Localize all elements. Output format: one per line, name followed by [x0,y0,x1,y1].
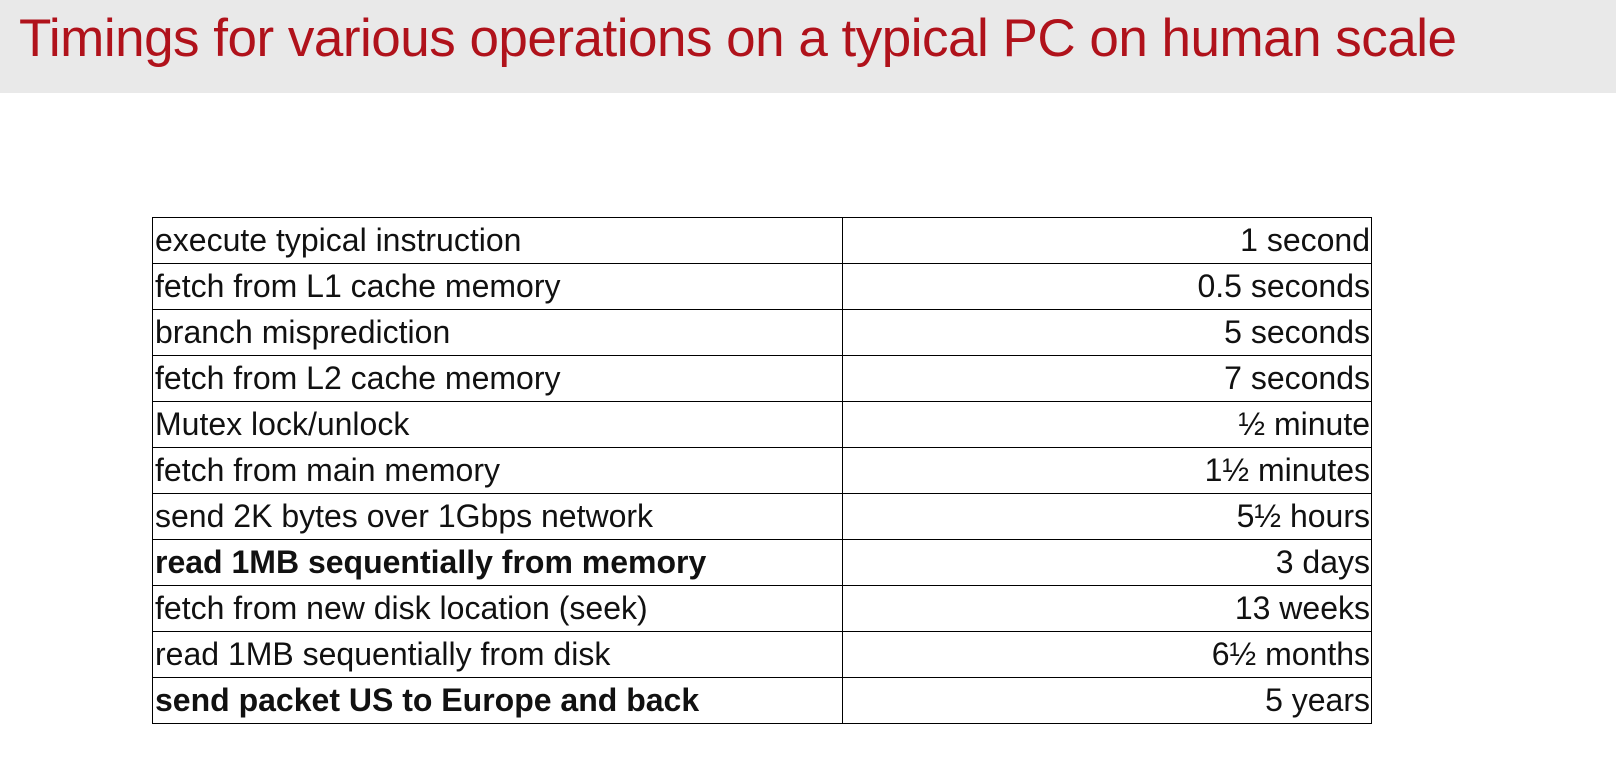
operation-cell: read 1MB sequentially from disk [152,631,843,678]
operation-cell: fetch from L2 cache memory [152,355,843,402]
operation-cell: execute typical instruction [152,217,843,264]
time-cell: 6½ months [842,631,1372,678]
time-cell: 5 years [842,677,1372,724]
timings-table-body: execute typical instruction 1 second fet… [152,217,1372,724]
operation-cell: read 1MB sequentially from memory [152,539,843,586]
operation-cell: Mutex lock/unlock [152,401,843,448]
time-cell: 1 second [842,217,1372,264]
operation-cell: branch misprediction [152,309,843,356]
table-row: branch misprediction 5 seconds [152,309,1372,356]
time-cell: 5½ hours [842,493,1372,540]
table-row: read 1MB sequentially from memory 3 days [152,539,1372,586]
table-row: fetch from new disk location (seek) 13 w… [152,585,1372,632]
timings-table: execute typical instruction 1 second fet… [152,217,1372,724]
time-cell: 0.5 seconds [842,263,1372,310]
title-band: Timings for various operations on a typi… [0,0,1616,93]
time-cell: 13 weeks [842,585,1372,632]
table-row: fetch from main memory 1½ minutes [152,447,1372,494]
time-cell: 7 seconds [842,355,1372,402]
table-row: Mutex lock/unlock ½ minute [152,401,1372,448]
table-row: read 1MB sequentially from disk 6½ month… [152,631,1372,678]
table-row: fetch from L2 cache memory 7 seconds [152,355,1372,402]
table-row: execute typical instruction 1 second [152,217,1372,264]
operation-cell: fetch from L1 cache memory [152,263,843,310]
slide-title: Timings for various operations on a typi… [19,9,1457,68]
time-cell: ½ minute [842,401,1372,448]
operation-cell: send 2K bytes over 1Gbps network [152,493,843,540]
time-cell: 5 seconds [842,309,1372,356]
table-row: send 2K bytes over 1Gbps network 5½ hour… [152,493,1372,540]
time-cell: 1½ minutes [842,447,1372,494]
table-row: fetch from L1 cache memory 0.5 seconds [152,263,1372,310]
operation-cell: fetch from new disk location (seek) [152,585,843,632]
table-row: send packet US to Europe and back 5 year… [152,677,1372,724]
operation-cell: send packet US to Europe and back [152,677,843,724]
time-cell: 3 days [842,539,1372,586]
operation-cell: fetch from main memory [152,447,843,494]
